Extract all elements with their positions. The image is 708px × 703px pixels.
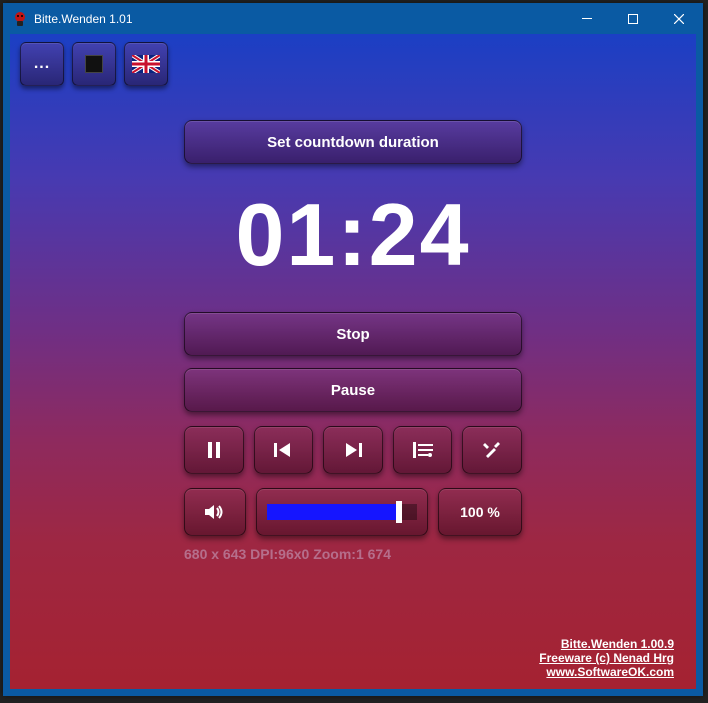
- tools-button[interactable]: [462, 426, 522, 474]
- media-pause-button[interactable]: [184, 426, 244, 474]
- footer-link-version[interactable]: Bitte.Wenden 1.00.9: [539, 637, 674, 651]
- media-control-row: [184, 426, 522, 474]
- minimize-button[interactable]: [564, 4, 610, 34]
- top-toolbar: ...: [20, 42, 686, 86]
- maximize-button[interactable]: [610, 4, 656, 34]
- tools-icon: [483, 441, 501, 459]
- volume-fill: [267, 504, 399, 520]
- menu-label: ...: [34, 55, 50, 73]
- skip-back-icon: [274, 443, 292, 457]
- pause-button[interactable]: Pause: [184, 368, 522, 412]
- skip-forward-icon: [344, 443, 362, 457]
- mute-button[interactable]: [184, 488, 246, 536]
- close-icon: [674, 14, 684, 24]
- volume-slider[interactable]: [256, 488, 428, 536]
- media-prev-button[interactable]: [254, 426, 314, 474]
- stop-square-icon: [85, 55, 103, 73]
- volume-row: 100 %: [184, 488, 522, 536]
- volume-thumb[interactable]: [396, 501, 402, 523]
- app-window: Bitte.Wenden 1.01 ...: [3, 3, 703, 696]
- media-next-button[interactable]: [323, 426, 383, 474]
- stop-button[interactable]: Stop: [184, 312, 522, 356]
- footer-link-author[interactable]: Freeware (c) Nenad Hrg: [539, 651, 674, 665]
- footer: Bitte.Wenden 1.00.9 Freeware (c) Nenad H…: [539, 637, 674, 679]
- client-area: ... Set countdown duration: [4, 34, 702, 695]
- debug-text: 680 x 643 DPI:96x0 Zoom:1 674: [184, 546, 522, 562]
- window-title: Bitte.Wenden 1.01: [34, 12, 133, 26]
- set-duration-button[interactable]: Set countdown duration: [184, 120, 522, 164]
- playlist-button[interactable]: [393, 426, 453, 474]
- uk-flag-icon: [132, 55, 160, 73]
- countdown-display: 01:24: [184, 184, 522, 286]
- speaker-icon: [205, 504, 225, 520]
- titlebar[interactable]: Bitte.Wenden 1.01: [4, 4, 702, 34]
- volume-percent-label: 100 %: [460, 504, 500, 520]
- set-duration-label: Set countdown duration: [267, 134, 439, 151]
- footer-link-site[interactable]: www.SoftwareOK.com: [539, 665, 674, 679]
- language-button[interactable]: [124, 42, 168, 86]
- pause-label: Pause: [331, 382, 375, 399]
- maximize-icon: [628, 14, 638, 24]
- volume-percent-button[interactable]: 100 %: [438, 488, 522, 536]
- app-icon: [12, 11, 28, 27]
- stop-square-button[interactable]: [72, 42, 116, 86]
- minimize-icon: [582, 14, 592, 24]
- stop-label: Stop: [336, 326, 369, 343]
- close-button[interactable]: [656, 4, 702, 34]
- pause-icon: [207, 442, 221, 458]
- center-column: Set countdown duration 01:24 Stop Pause: [184, 120, 522, 562]
- playlist-icon: [413, 442, 433, 458]
- menu-button[interactable]: ...: [20, 42, 64, 86]
